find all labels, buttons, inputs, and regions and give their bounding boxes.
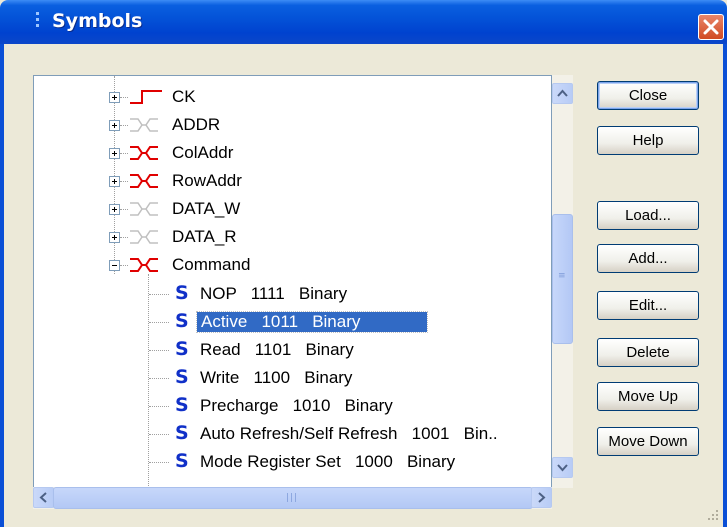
close-button[interactable]: Close — [597, 81, 699, 110]
symbol-label: Auto Refresh/Self Refresh 1001 Bin.. — [200, 424, 498, 443]
tree-group-label: Command — [172, 255, 251, 274]
tree-connector — [149, 434, 169, 436]
plus-box-icon[interactable] — [109, 176, 120, 187]
window-title: Symbols — [52, 10, 143, 32]
vertical-scrollbar[interactable]: ≡ — [552, 75, 573, 488]
plus-box-icon[interactable] — [109, 120, 120, 131]
tree-symbol-row-selected[interactable]: S Active 1011 Binary — [34, 309, 551, 335]
symbol-s-icon: S — [175, 310, 189, 332]
tree-group-label: RowAddr — [172, 171, 242, 190]
tree-group-label: CK — [172, 87, 196, 106]
tree-connector — [149, 462, 169, 464]
symbols-dialog: Symbols CK ADDR ColAddr RowAddr DATA_W D… — [0, 0, 727, 527]
tree-connector — [149, 350, 169, 352]
tree-group-coladdr[interactable]: ColAddr — [34, 140, 551, 166]
bus-signal-icon — [130, 174, 158, 188]
symbol-s-icon: S — [175, 366, 189, 388]
tree-connector — [120, 153, 128, 155]
tree-group-command[interactable]: Command — [34, 252, 551, 278]
plus-box-icon[interactable] — [109, 92, 120, 103]
symbol-label: Active 1011 Binary — [196, 311, 428, 333]
window-frame-right — [723, 44, 727, 527]
tree-symbol-row[interactable]: S Auto Refresh/Self Refresh 1001 Bin.. — [34, 421, 551, 447]
tree-group-ck[interactable]: CK — [34, 84, 551, 110]
symbols-tree[interactable]: CK ADDR ColAddr RowAddr DATA_W DATA_R Co… — [33, 75, 552, 509]
tree-group-label: ADDR — [172, 115, 221, 134]
tree-connector — [149, 378, 169, 380]
plus-box-icon[interactable] — [109, 148, 120, 159]
tree-symbol-row[interactable]: S Mode Register Set 1000 Binary — [34, 449, 551, 475]
title-bar[interactable]: Symbols — [0, 0, 727, 44]
symbol-s-icon: S — [175, 338, 189, 360]
bus-signal-icon — [130, 118, 158, 132]
tree-connector — [149, 322, 169, 324]
bus-signal-icon — [130, 230, 158, 244]
tree-group-addr[interactable]: ADDR — [34, 112, 551, 138]
bus-signal-icon — [130, 258, 158, 272]
load-button[interactable]: Load... — [597, 201, 699, 230]
move-up-button[interactable]: Move Up — [597, 382, 699, 411]
arrow-left-icon[interactable] — [33, 487, 54, 508]
tree-group-data-r[interactable]: DATA_R — [34, 224, 551, 250]
minus-box-icon[interactable] — [109, 260, 120, 271]
resize-grip-icon[interactable] — [707, 509, 719, 521]
tree-symbol-row[interactable]: S Write 1100 Binary — [34, 365, 551, 391]
close-x-icon[interactable] — [698, 14, 724, 40]
tree-connector — [120, 265, 128, 267]
symbol-s-icon: S — [175, 450, 189, 472]
horizontal-scroll-thumb[interactable]: ||| — [53, 487, 533, 509]
vertical-scroll-thumb[interactable]: ≡ — [552, 214, 573, 344]
move-down-button[interactable]: Move Down — [597, 427, 699, 456]
symbol-label: Precharge 1010 Binary — [200, 396, 393, 415]
arrow-up-icon[interactable] — [552, 83, 573, 104]
add-button[interactable]: Add... — [597, 244, 699, 273]
arrow-right-icon[interactable] — [531, 487, 552, 508]
tree-connector — [120, 209, 128, 211]
grip-lines: ||| — [286, 493, 299, 503]
bus-signal-icon — [130, 202, 158, 216]
tree-connector — [149, 294, 169, 296]
delete-button[interactable]: Delete — [597, 338, 699, 367]
plus-box-icon[interactable] — [109, 204, 120, 215]
window-frame-left — [0, 44, 4, 527]
tree-symbol-row[interactable]: S Read 1101 Binary — [34, 337, 551, 363]
tree-connector — [120, 181, 128, 183]
tree-group-label: ColAddr — [172, 143, 234, 162]
symbol-label: Mode Register Set 1000 Binary — [200, 452, 456, 471]
symbol-label: Read 1101 Binary — [200, 340, 354, 359]
horizontal-scrollbar[interactable]: ||| — [33, 487, 552, 509]
tree-connector — [149, 406, 169, 408]
clock-signal-icon — [130, 90, 162, 104]
bus-signal-icon — [130, 146, 158, 160]
title-grip-icon — [36, 12, 39, 32]
symbol-label: Write 1100 Binary — [200, 368, 353, 387]
arrow-down-icon[interactable] — [552, 457, 573, 478]
tree-symbol-row[interactable]: S NOP 1111 Binary — [34, 281, 551, 307]
symbol-label: NOP 1111 Binary — [200, 284, 348, 303]
symbol-s-icon: S — [175, 282, 189, 304]
tree-group-rowaddr[interactable]: RowAddr — [34, 168, 551, 194]
help-button[interactable]: Help — [597, 126, 699, 155]
symbol-s-icon: S — [175, 422, 189, 444]
tree-connector — [120, 97, 128, 99]
plus-box-icon[interactable] — [109, 232, 120, 243]
symbol-s-icon: S — [175, 394, 189, 416]
tree-symbol-row[interactable]: S Precharge 1010 Binary — [34, 393, 551, 419]
tree-group-label: DATA_W — [172, 199, 241, 218]
tree-connector — [120, 125, 128, 127]
tree-group-label: DATA_R — [172, 227, 237, 246]
tree-connector — [120, 237, 128, 239]
tree-group-data-w[interactable]: DATA_W — [34, 196, 551, 222]
edit-button[interactable]: Edit... — [597, 291, 699, 320]
grip-lines: ≡ — [558, 271, 567, 281]
